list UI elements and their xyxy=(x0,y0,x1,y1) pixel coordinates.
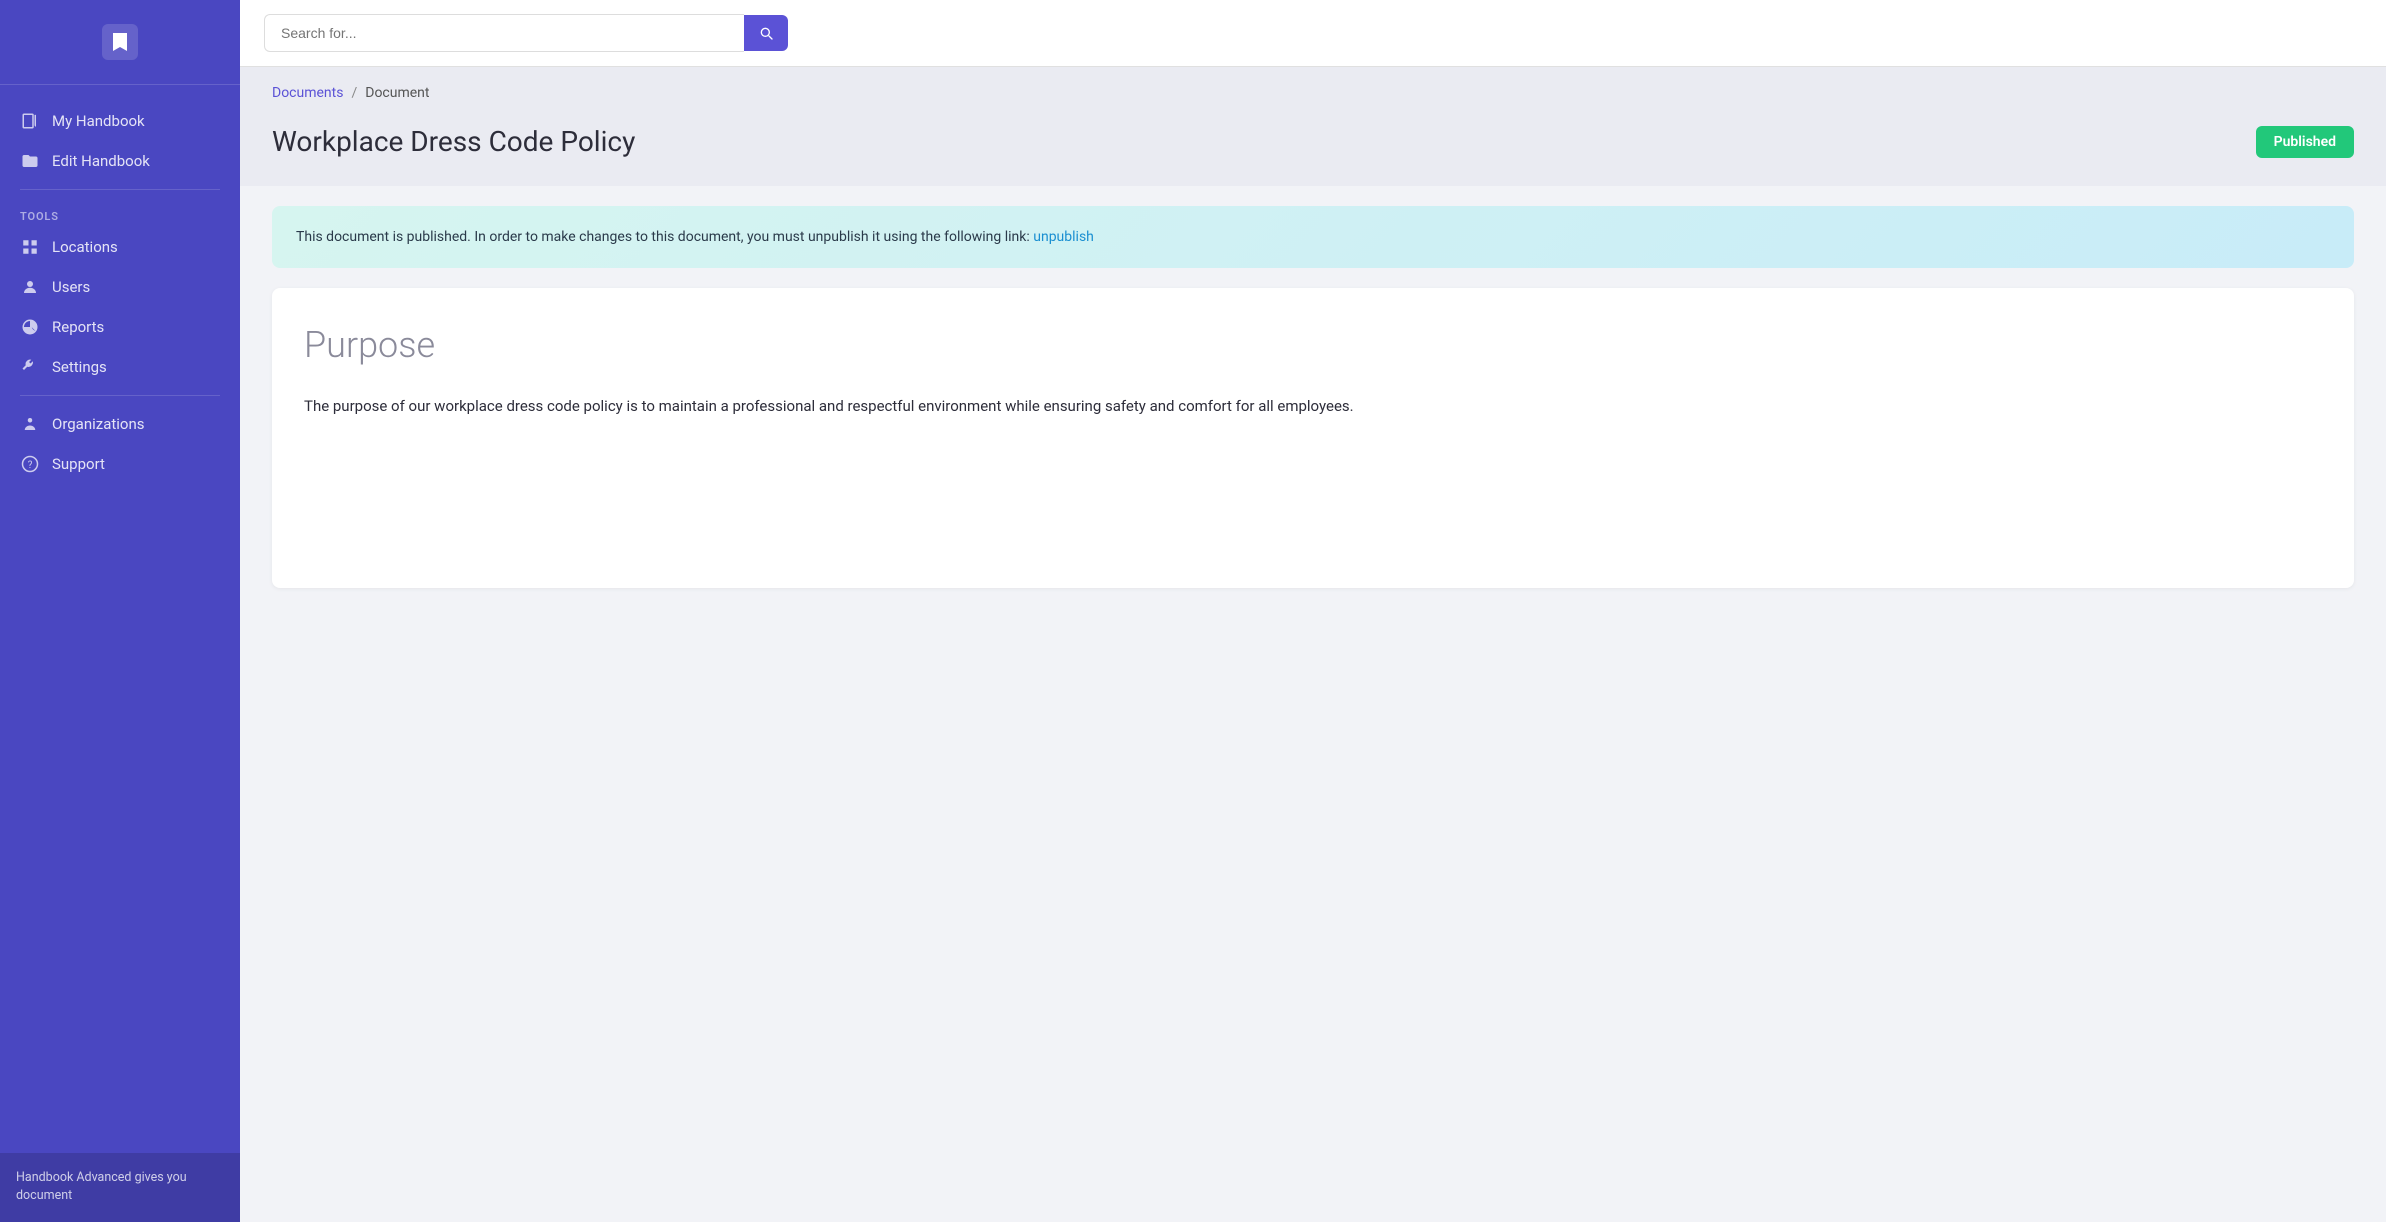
sidebar-item-label: Locations xyxy=(52,238,118,256)
book-icon xyxy=(20,111,40,131)
section-heading: Purpose xyxy=(304,324,2322,366)
topbar xyxy=(240,0,2386,67)
sidebar-item-label: Reports xyxy=(52,318,104,336)
sidebar-item-my-handbook[interactable]: My Handbook xyxy=(0,101,240,141)
svg-text:?: ? xyxy=(28,460,33,471)
section-body: The purpose of our workplace dress code … xyxy=(304,394,2322,420)
unpublish-link[interactable]: unpublish xyxy=(1033,229,1094,245)
sidebar-item-organizations[interactable]: Organizations xyxy=(0,404,240,444)
breadcrumb: Documents / Document xyxy=(240,67,2386,117)
folder-icon xyxy=(20,151,40,171)
sidebar-item-label: Settings xyxy=(52,358,107,376)
org-icon xyxy=(20,414,40,434)
alert-text: This document is published. In order to … xyxy=(296,229,1033,245)
search-button[interactable] xyxy=(744,15,788,51)
sidebar-nav: My Handbook Edit Handbook TOOLS Location… xyxy=(0,85,240,1153)
sidebar-footer: Handbook Advanced gives you document xyxy=(0,1153,240,1222)
question-circle-icon: ? xyxy=(20,454,40,474)
main-content: Documents / Document Workplace Dress Cod… xyxy=(240,0,2386,1222)
content-area: Documents / Document Workplace Dress Cod… xyxy=(240,67,2386,1222)
wrench-icon xyxy=(20,357,40,377)
sidebar-item-label: Users xyxy=(52,278,90,296)
search-input[interactable] xyxy=(264,14,744,52)
sidebar-item-support[interactable]: ? Support xyxy=(0,444,240,484)
status-badge: Published xyxy=(2256,126,2354,158)
sidebar-item-users[interactable]: Users xyxy=(0,267,240,307)
doc-header: Workplace Dress Code Policy Published xyxy=(240,117,2386,186)
footer-text: Handbook Advanced gives you document xyxy=(16,1170,187,1204)
page-title: Workplace Dress Code Policy xyxy=(272,125,635,158)
doc-body: Purpose The purpose of our workplace dre… xyxy=(272,288,2354,588)
sidebar-divider-2 xyxy=(20,395,220,396)
breadcrumb-current: Document xyxy=(365,85,429,101)
sidebar-item-label: Support xyxy=(52,455,105,473)
grid-icon xyxy=(20,237,40,257)
tools-section-label: TOOLS xyxy=(0,198,240,227)
users-icon xyxy=(20,277,40,297)
breadcrumb-link[interactable]: Documents xyxy=(272,85,343,101)
sidebar-item-edit-handbook[interactable]: Edit Handbook xyxy=(0,141,240,181)
chart-pie-icon xyxy=(20,317,40,337)
bookmark-icon xyxy=(102,24,138,60)
sidebar-item-locations[interactable]: Locations xyxy=(0,227,240,267)
sidebar: My Handbook Edit Handbook TOOLS Location… xyxy=(0,0,240,1222)
breadcrumb-separator: / xyxy=(351,85,357,101)
sidebar-item-label: Organizations xyxy=(52,415,145,433)
sidebar-item-settings[interactable]: Settings xyxy=(0,347,240,387)
sidebar-item-label: My Handbook xyxy=(52,112,145,130)
sidebar-item-reports[interactable]: Reports xyxy=(0,307,240,347)
sidebar-logo xyxy=(0,0,240,85)
sidebar-divider xyxy=(20,189,220,190)
alert-published: This document is published. In order to … xyxy=(272,206,2354,268)
sidebar-item-label: Edit Handbook xyxy=(52,152,150,170)
